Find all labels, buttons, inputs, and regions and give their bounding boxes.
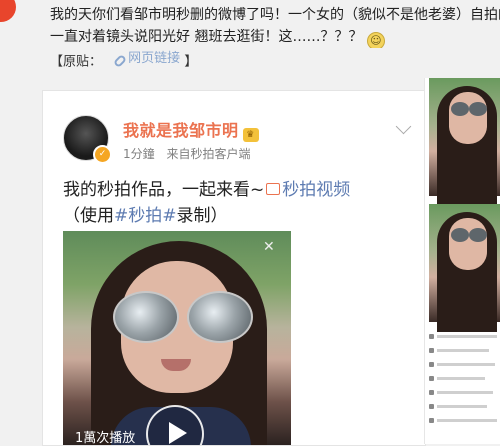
comment-line bbox=[437, 335, 497, 338]
comment-avatar bbox=[429, 390, 434, 395]
source-label: 【原贴： bbox=[50, 54, 103, 70]
comment-avatar bbox=[429, 376, 434, 381]
paren-close: 录制） bbox=[176, 206, 228, 226]
repost-content: 我的秒拍作品，一起来看~ 秒拍视频 （使用#秒拍#录制） bbox=[63, 177, 413, 229]
side-thumbnail-1 bbox=[429, 78, 500, 206]
close-icon[interactable]: ✕ bbox=[263, 239, 275, 255]
side-thumbnail-2 bbox=[429, 204, 500, 332]
crown-badge-icon: ♛ bbox=[242, 128, 259, 142]
comment-avatar bbox=[429, 362, 434, 367]
play-count: 1萬次播放 bbox=[75, 431, 136, 445]
comment-line bbox=[437, 377, 485, 380]
source-line: 【原贴： 网页链接 】 bbox=[50, 48, 500, 70]
comment-line bbox=[437, 349, 489, 352]
chevron-down-icon[interactable] bbox=[395, 118, 412, 135]
source-close-bracket: 】 bbox=[184, 54, 198, 70]
post-body: 我的天你们看邹市明秒删的微博了吗！一个女的（貌似不是他老婆）自拍的 一直对着镜头… bbox=[50, 4, 500, 70]
embedded-weibo-card[interactable]: ✓ 我就是我邹市明 ♛ 1分鐘 来自秒拍客户端 我的秒拍作品，一起来看~ 秒拍视频 … bbox=[42, 90, 426, 446]
source-link-text: 网页链接 bbox=[128, 51, 181, 66]
thumb-glass-right bbox=[469, 228, 487, 242]
video-player[interactable]: ✕ 1萬次播放 bbox=[63, 231, 291, 445]
thumb-face bbox=[449, 92, 487, 144]
post-line-1: 我的天你们看邹市明秒删的微博了吗！一个女的（貌似不是他老婆）自拍的 bbox=[50, 7, 500, 23]
sunglasses-right bbox=[187, 291, 253, 343]
thumb-face bbox=[449, 218, 487, 270]
paren-open: （使用 bbox=[63, 206, 114, 226]
hashtag-link[interactable]: #秒拍# bbox=[114, 206, 177, 226]
comment-line bbox=[437, 363, 495, 366]
thumb-glass-right bbox=[469, 102, 487, 116]
side-screenshot-panel bbox=[424, 78, 500, 444]
video-link[interactable]: 秒拍视频 bbox=[282, 180, 350, 200]
video-icon bbox=[266, 183, 281, 195]
post-client[interactable]: 来自秒拍客户端 bbox=[166, 147, 250, 161]
author-name[interactable]: 我就是我邹市明 ♛ bbox=[123, 117, 259, 142]
thumb-glass-left bbox=[451, 102, 469, 116]
comment-avatar bbox=[429, 418, 434, 423]
author-name-text: 我就是我邹市明 bbox=[123, 121, 239, 140]
content-text: 我的秒拍作品，一起来看~ bbox=[63, 180, 265, 200]
link-icon bbox=[112, 53, 125, 66]
comment-avatar bbox=[429, 404, 434, 409]
comment-avatar bbox=[429, 334, 434, 339]
comment-avatar bbox=[429, 348, 434, 353]
post-time: 1分鐘 bbox=[123, 147, 155, 161]
verified-badge-icon: ✓ bbox=[93, 145, 112, 164]
thumb-glass-left bbox=[451, 228, 469, 242]
comment-line bbox=[437, 405, 487, 408]
source-web-link[interactable]: 网页链接 bbox=[112, 48, 180, 70]
post-line-2: 一直对着镜头说阳光好 翘班去逛街！这……？？？ ☺ bbox=[50, 26, 500, 48]
post-line-2-text: 一直对着镜头说阳光好 翘班去逛街！这……？？？ bbox=[50, 29, 363, 45]
poster-avatar[interactable] bbox=[0, 0, 16, 22]
comment-line bbox=[437, 419, 497, 422]
smiley-emoji-icon: ☺ bbox=[366, 32, 385, 48]
comment-line bbox=[437, 391, 493, 394]
post-meta: 1分鐘 来自秒拍客户端 bbox=[123, 145, 258, 162]
sunglasses-left bbox=[113, 291, 179, 343]
